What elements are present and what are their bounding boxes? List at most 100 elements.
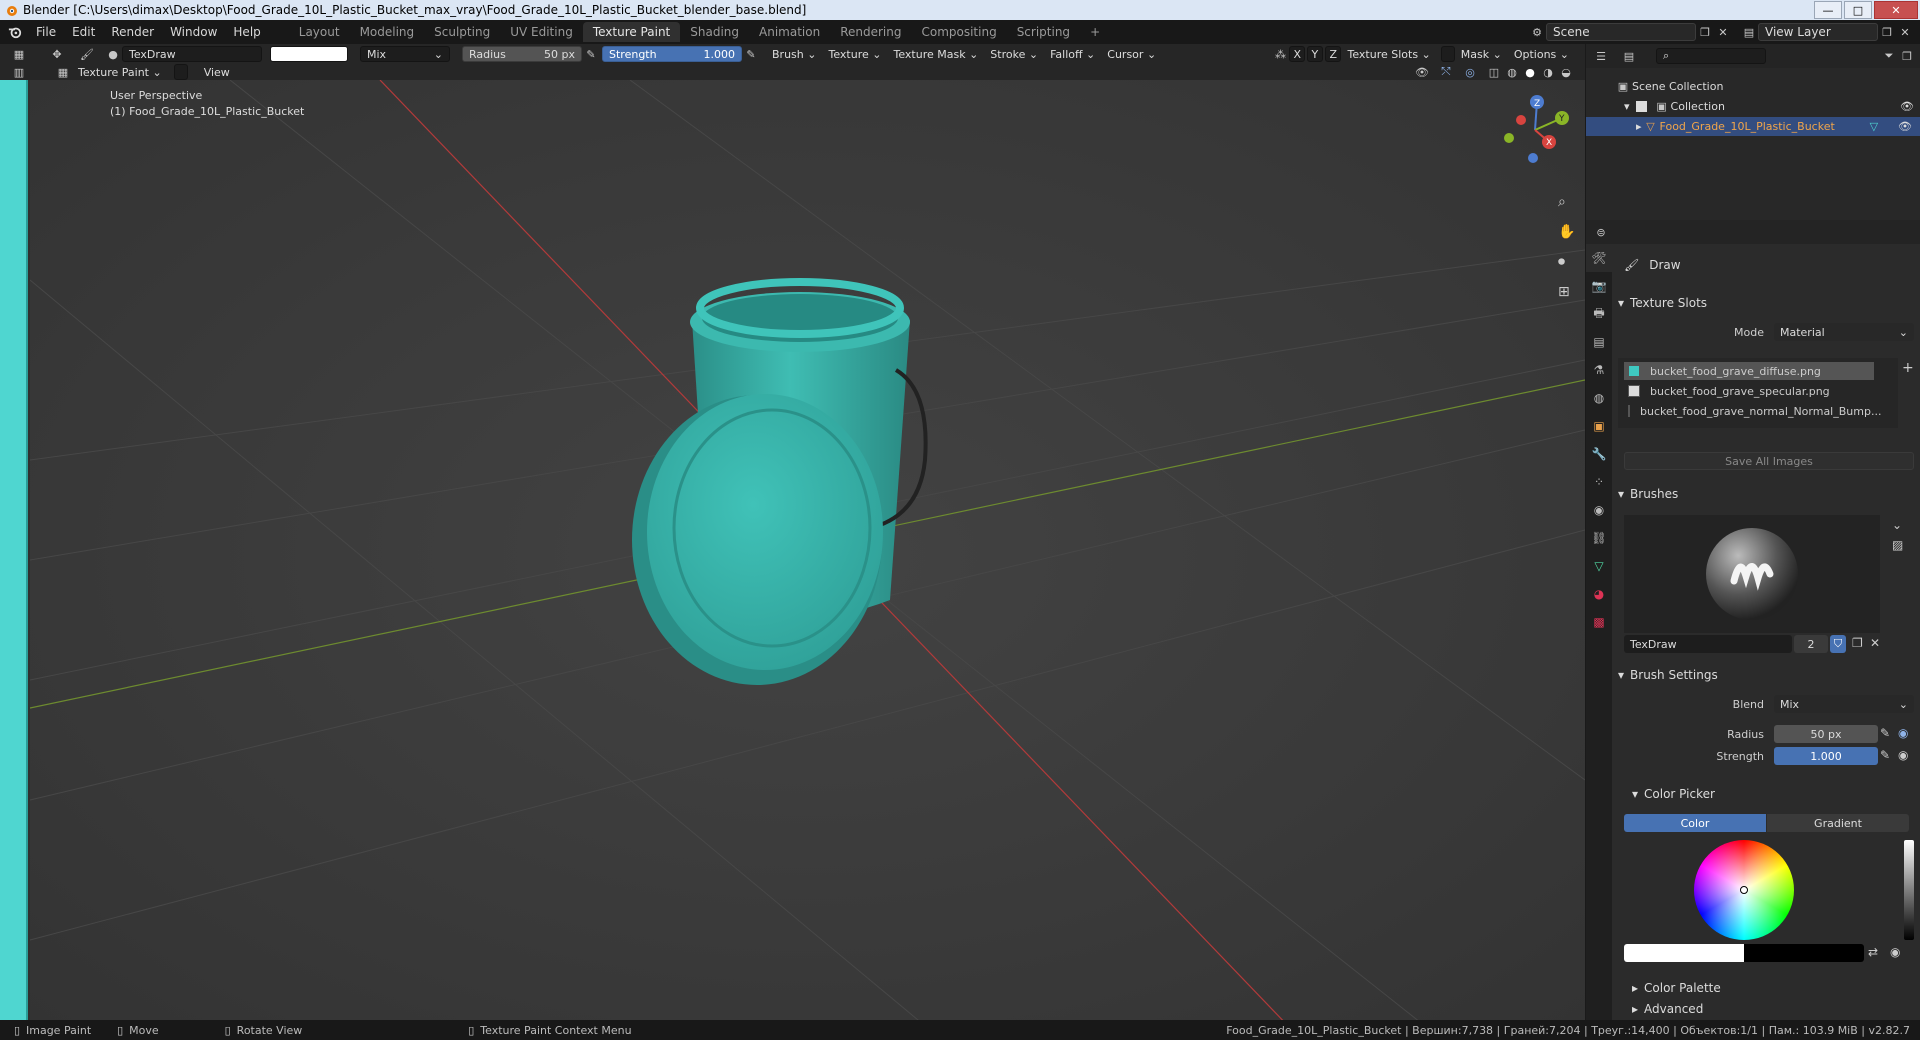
gizmo-neg-y-icon[interactable] <box>1504 133 1514 143</box>
swap-colors-icon[interactable]: ⇄ <box>1868 945 1878 959</box>
scene-tab-icon[interactable]: ⚗ <box>1586 356 1612 384</box>
gizmo-toggle-icon[interactable]: ⤲ <box>1437 64 1455 80</box>
color-wheel-cursor[interactable] <box>1740 886 1748 894</box>
color-unified-icon[interactable]: ◉ <box>1890 945 1900 959</box>
data-tab-icon[interactable]: ▽ <box>1586 552 1612 580</box>
stroke-menu[interactable]: Stroke ⌄ <box>984 48 1044 61</box>
texture-paint-mode-icon[interactable]: ▥ <box>10 64 28 80</box>
tab-layout[interactable]: Layout <box>289 22 350 42</box>
delete-scene-icon[interactable]: ✕ <box>1714 24 1732 40</box>
scene-selector[interactable]: Scene <box>1546 23 1696 41</box>
tab-modeling[interactable]: Modeling <box>350 22 425 42</box>
duplicate-brush-icon[interactable]: ❐ <box>1852 636 1863 650</box>
slot-mode-dropdown[interactable]: Material ⌄ <box>1774 323 1914 341</box>
strength-pressure-icon[interactable]: ✎ <box>742 46 760 62</box>
maximize-button[interactable]: □ <box>1844 1 1872 19</box>
constraints-tab-icon[interactable]: ⛓ <box>1586 524 1612 552</box>
brush-users-count[interactable]: 2 <box>1794 635 1828 653</box>
scene-icon[interactable]: ⚙ <box>1528 24 1546 40</box>
expand-arrow-icon[interactable]: ▾ <box>1624 100 1630 113</box>
particles-tab-icon[interactable]: ⁘ <box>1586 468 1612 496</box>
mask-mode-toggle[interactable] <box>173 64 188 80</box>
render-tab-icon[interactable]: 📷 <box>1586 272 1612 300</box>
fake-user-shield-icon[interactable]: ⛉ <box>1830 635 1846 653</box>
solid-shading-icon[interactable]: ● <box>1521 64 1539 80</box>
brush-radius-slider[interactable]: 50 px <box>1774 725 1878 743</box>
brush-preview[interactable] <box>1624 515 1880 633</box>
outliner-search-input[interactable]: ⌕ <box>1656 48 1766 64</box>
menu-file[interactable]: File <box>28 25 64 39</box>
navigation-gizmo[interactable]: Z Y X <box>1495 90 1575 170</box>
view-layer-tab-icon[interactable]: ▤ <box>1586 328 1612 356</box>
tool-dropdown-icon[interactable]: ✥ <box>48 46 66 62</box>
advanced-subpanel-header[interactable]: ▸ Advanced <box>1632 999 1703 1019</box>
view-layer-icon[interactable]: ▤ <box>1740 24 1758 40</box>
collection-checkbox[interactable] <box>1635 100 1647 112</box>
tab-sculpting[interactable]: Sculpting <box>424 22 500 42</box>
color-swatches[interactable] <box>1624 944 1864 962</box>
symmetry-z-toggle[interactable]: Z <box>1325 46 1342 62</box>
brush-image-icon[interactable]: ▨ <box>1892 538 1903 552</box>
new-view-layer-icon[interactable]: ❐ <box>1878 24 1896 40</box>
menu-help[interactable]: Help <box>225 25 268 39</box>
tab-uv-editing[interactable]: UV Editing <box>500 22 583 42</box>
zoom-icon[interactable]: ⌕ <box>1558 194 1566 210</box>
blender-menu-icon[interactable] <box>6 24 24 40</box>
close-window-button[interactable]: ✕ <box>1874 1 1918 19</box>
visibility-icon[interactable]: 👁 <box>1413 64 1431 80</box>
editor-type-icon[interactable]: ▦ <box>10 46 28 62</box>
texture-slots-panel-header[interactable]: ▾ Texture Slots <box>1618 293 1707 313</box>
texture-slot-normal[interactable]: bucket_food_grave_normal_Normal_Bump... <box>1624 402 1881 420</box>
tool-tab-icon[interactable]: 🛠 <box>1586 244 1612 272</box>
options-menu[interactable]: Options ⌄ <box>1508 48 1575 61</box>
menu-window[interactable]: Window <box>162 25 225 39</box>
radius-pressure-icon[interactable]: ✎ <box>1880 726 1890 740</box>
brushes-panel-header[interactable]: ▾ Brushes <box>1618 484 1678 504</box>
radius-unified-icon[interactable]: ◉ <box>1898 726 1908 740</box>
modifier-tab-icon[interactable]: 🔧 <box>1586 440 1612 468</box>
color-tab[interactable]: Color <box>1624 814 1766 832</box>
texture-mask-menu[interactable]: Texture Mask ⌄ <box>887 48 984 61</box>
world-tab-icon[interactable]: ◍ <box>1586 384 1612 412</box>
overlays-icon[interactable]: ◎ <box>1461 64 1479 80</box>
delete-view-layer-icon[interactable]: ✕ <box>1896 24 1914 40</box>
tab-texture-paint[interactable]: Texture Paint <box>582 22 681 42</box>
brush-name-field[interactable]: TexDraw <box>1624 635 1792 653</box>
outliner-row-bucket[interactable]: ▸ ▽ Food_Grade_10L_Plastic_Bucket ▽ 👁 <box>1586 117 1920 136</box>
wireframe-shading-icon[interactable]: ◍ <box>1503 64 1521 80</box>
radius-pressure-icon[interactable]: ✎ <box>582 46 600 62</box>
display-mode-icon[interactable]: ▤ <box>1620 48 1638 64</box>
eye-icon[interactable]: 👁 <box>1898 120 1912 133</box>
camera-view-icon[interactable]: ⏺ <box>1558 254 1565 270</box>
radius-slider[interactable]: Radius 50 px <box>462 46 582 62</box>
view-layer-selector[interactable]: View Layer <box>1758 23 1878 41</box>
brush-strength-slider[interactable]: 1.000 <box>1774 747 1878 765</box>
add-workspace-button[interactable]: + <box>1080 22 1110 42</box>
unlink-brush-icon[interactable]: ✕ <box>1870 636 1880 650</box>
cursor-menu[interactable]: Cursor ⌄ <box>1101 48 1162 61</box>
strength-unified-icon[interactable]: ◉ <box>1898 748 1908 762</box>
falloff-menu[interactable]: Falloff ⌄ <box>1044 48 1101 61</box>
outliner-editor-icon[interactable]: ☰ <box>1592 48 1610 64</box>
mask-checkbox[interactable] <box>1440 46 1455 62</box>
object-tab-icon[interactable]: ▣ <box>1586 412 1612 440</box>
brush-blend-dropdown[interactable]: Mix ⌄ <box>1774 695 1914 713</box>
color-picker-subpanel-header[interactable]: ▾ Color Picker <box>1632 784 1715 804</box>
texture-slots-menu[interactable]: Texture Slots ⌄ <box>1341 48 1436 61</box>
minimize-button[interactable]: — <box>1814 1 1842 19</box>
save-all-images-button[interactable]: Save All Images <box>1624 452 1914 470</box>
tab-rendering[interactable]: Rendering <box>830 22 911 42</box>
brush-name-field[interactable]: TexDraw <box>122 46 262 62</box>
gizmo-neg-z-icon[interactable] <box>1528 153 1538 163</box>
chevron-down-icon[interactable]: ⌄ <box>1892 518 1902 532</box>
tab-animation[interactable]: Animation <box>749 22 830 42</box>
3d-viewport[interactable]: User Perspective (1) Food_Grade_10L_Plas… <box>30 80 1585 1030</box>
material-tab-icon[interactable]: ◕ <box>1586 580 1612 608</box>
tab-compositing[interactable]: Compositing <box>911 22 1006 42</box>
properties-editor-icon[interactable]: ⊜ <box>1592 224 1610 240</box>
physics-tab-icon[interactable]: ◉ <box>1586 496 1612 524</box>
outliner-row-collection[interactable]: ▾ ▣ Collection 👁 <box>1624 98 1914 114</box>
outliner-row-scene-collection[interactable]: ▣ Scene Collection <box>1614 78 1724 94</box>
symmetry-icon[interactable]: ⁂ <box>1271 46 1289 62</box>
texture-menu[interactable]: Texture ⌄ <box>822 48 887 61</box>
